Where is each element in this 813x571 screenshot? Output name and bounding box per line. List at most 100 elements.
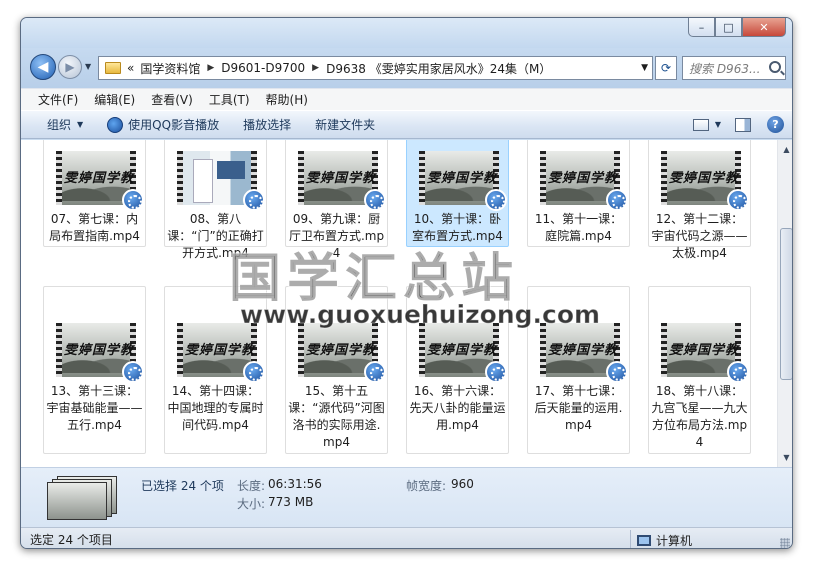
qq-player-icon bbox=[122, 189, 144, 211]
file-tile[interactable]: 雯婷国学教 13、第十三课：宇宙基础能量——五行.mp4 bbox=[43, 286, 146, 454]
selection-thumbnail-stack bbox=[47, 476, 119, 520]
address-bar[interactable]: « 国学资料馆 ▶ D9601-D9700 ▶ D9638 《雯婷实用家居风水》… bbox=[98, 56, 653, 80]
back-button[interactable]: ◀ bbox=[30, 54, 56, 80]
organize-button[interactable]: 组织 ▼ bbox=[21, 116, 95, 133]
file-tile[interactable]: 雯婷国学教 09、第九课：厨厅卫布置方式.mp4 bbox=[285, 140, 388, 260]
qq-player-icon bbox=[364, 361, 386, 383]
search-input[interactable]: 搜索 D963... bbox=[682, 56, 786, 80]
selection-count: 已选择 24 个项 bbox=[141, 479, 224, 493]
organize-label: 组织 bbox=[47, 118, 72, 132]
resize-grip[interactable] bbox=[780, 538, 790, 548]
forward-button[interactable]: ▶ bbox=[58, 55, 82, 79]
computer-icon bbox=[637, 535, 651, 546]
file-tile[interactable]: 雯婷国学教 14、第十四课：中国地理的专属时间代码.mp4 bbox=[164, 286, 267, 454]
menu-help[interactable]: 帮助(H) bbox=[258, 91, 316, 108]
menu-view[interactable]: 查看(V) bbox=[143, 91, 201, 108]
qq-player-icon bbox=[606, 361, 628, 383]
menu-file[interactable]: 文件(F) bbox=[30, 91, 86, 108]
file-tile[interactable]: 雯婷国学教 18、第十八课：九宫飞星——九大方位布局方法.mp4 bbox=[648, 286, 751, 454]
arrow-right-icon: ▶ bbox=[65, 60, 75, 74]
file-tile[interactable]: 雯婷国学教 17、第十七课：后天能量的运用.mp4 bbox=[527, 286, 630, 454]
file-tile[interactable]: 雯婷国学教 15、第十五课：“源代码”河图洛书的实际用途.mp4 bbox=[285, 286, 388, 454]
chevron-down-icon[interactable]: ▼ bbox=[715, 120, 721, 129]
file-tile[interactable]: 雯婷国学教 12、第十二课：宇宙代码之源——太极.mp4 bbox=[648, 140, 751, 260]
breadcrumb-item[interactable]: 国学资料馆 bbox=[140, 60, 200, 77]
address-dropdown-icon[interactable]: ▼ bbox=[641, 63, 648, 73]
file-name: 07、第七课：内局布置指南.mp4 bbox=[49, 212, 140, 243]
chevron-down-icon: ▼ bbox=[77, 120, 84, 129]
help-icon[interactable]: ? bbox=[767, 116, 784, 133]
status-bar: 选定 24 个项目 计算机 bbox=[21, 527, 792, 548]
status-location: 计算机 bbox=[637, 532, 693, 548]
thumbnail-caption: 雯婷国学教 bbox=[669, 171, 740, 186]
playlist-button[interactable]: 播放选择 bbox=[231, 116, 303, 133]
file-name: 15、第十五课：“源代码”河图洛书的实际用途.mp4 bbox=[288, 384, 385, 449]
breadcrumb-item[interactable]: D9601-D9700 bbox=[221, 61, 305, 75]
explorer-window: – □ ✕ ◀ ▶ ▼ « 国学资料馆 ▶ D9601-D9700 ▶ D963… bbox=[20, 17, 793, 549]
menu-bar: 文件(F) 编辑(E) 查看(V) 工具(T) 帮助(H) bbox=[21, 88, 792, 110]
menu-edit[interactable]: 编辑(E) bbox=[86, 91, 143, 108]
qq-player-icon bbox=[364, 189, 386, 211]
size-label: 大小: bbox=[237, 497, 266, 511]
file-tile[interactable]: 雯婷国学教 07、第七课：内局布置指南.mp4 bbox=[43, 140, 146, 247]
new-folder-label: 新建文件夹 bbox=[315, 118, 376, 132]
title-bar: – □ ✕ bbox=[21, 18, 792, 48]
new-folder-button[interactable]: 新建文件夹 bbox=[303, 116, 387, 133]
file-tile[interactable]: 08、第八课：“门”的正确打开方式.mp4 bbox=[164, 140, 267, 260]
breadcrumb-separator-icon[interactable]: ▶ bbox=[312, 63, 319, 73]
thumbnail bbox=[47, 482, 107, 520]
toolbar-right: ▼ ? bbox=[692, 116, 784, 133]
view-options-icon[interactable] bbox=[692, 118, 709, 131]
status-location-label: 计算机 bbox=[656, 534, 693, 548]
address-row: ◀ ▶ ▼ « 国学资料馆 ▶ D9601-D9700 ▶ D9638 《雯婷实… bbox=[21, 48, 792, 88]
thumbnail-caption: 雯婷国学教 bbox=[548, 343, 619, 358]
thumbnail-caption: 雯婷国学教 bbox=[427, 171, 498, 186]
file-name: 14、第十四课：中国地理的专属时间代码.mp4 bbox=[167, 384, 264, 432]
breadcrumb-item[interactable]: D9638 《雯婷实用家居风水》24集（M） bbox=[326, 60, 551, 77]
search-placeholder: 搜索 D963... bbox=[689, 61, 761, 76]
search-icon[interactable] bbox=[769, 61, 781, 73]
thumbnail-caption: 雯婷国学教 bbox=[64, 171, 135, 186]
status-selection: 选定 24 个项目 bbox=[30, 532, 113, 547]
refresh-button[interactable]: ⟳ bbox=[655, 56, 677, 80]
breadcrumb-overflow[interactable]: « bbox=[127, 61, 134, 75]
file-name: 12、第十二课：宇宙代码之源——太极.mp4 bbox=[651, 212, 748, 260]
qq-play-button[interactable]: 使用QQ影音播放 bbox=[95, 116, 231, 133]
recent-pages-dropdown[interactable]: ▼ bbox=[85, 62, 91, 71]
qq-player-icon bbox=[485, 361, 507, 383]
file-name: 09、第九课：厨厅卫布置方式.mp4 bbox=[288, 212, 385, 260]
file-name: 08、第八课：“门”的正确打开方式.mp4 bbox=[167, 212, 264, 260]
scroll-up-icon[interactable]: ▲ bbox=[780, 142, 792, 157]
maximize-button[interactable]: □ bbox=[715, 18, 742, 37]
thumbnail-caption: 雯婷国学教 bbox=[306, 171, 377, 186]
breadcrumb-separator-icon[interactable]: ▶ bbox=[207, 63, 214, 73]
scroll-down-icon[interactable]: ▼ bbox=[780, 450, 792, 465]
file-name: 18、第十八课：九宫飞星——九大方位布局方法.mp4 bbox=[651, 384, 748, 449]
arrow-left-icon: ◀ bbox=[37, 59, 49, 75]
close-button[interactable]: ✕ bbox=[742, 18, 786, 37]
caption-buttons: – □ ✕ bbox=[688, 18, 786, 37]
frame-width-label: 帧宽度: bbox=[406, 479, 447, 493]
file-tile[interactable]: 雯婷国学教 11、第十一课：庭院篇.mp4 bbox=[527, 140, 630, 247]
details-pane: 已选择 24 个项 长度: 06:31:56 大小: 773 MB 帧宽度: 9… bbox=[21, 467, 792, 527]
qq-player-icon bbox=[243, 361, 265, 383]
file-list: 雯婷国学教 07、第七课：内局布置指南.mp4 08、第八课：“门”的正确打开方式.… bbox=[21, 140, 777, 467]
qq-player-icon bbox=[122, 361, 144, 383]
refresh-icon: ⟳ bbox=[660, 61, 672, 75]
scrollbar-thumb[interactable] bbox=[780, 228, 792, 380]
vertical-scrollbar[interactable]: ▲ ▼ bbox=[777, 140, 792, 467]
playlist-label: 播放选择 bbox=[243, 118, 292, 132]
file-tile[interactable]: 雯婷国学教 10、第十课：卧室布置方式.mp4 bbox=[406, 140, 509, 247]
command-bar: 组织 ▼ 使用QQ影音播放 播放选择 新建文件夹 ▼ ? bbox=[21, 110, 792, 139]
frame-width-value: 960 bbox=[451, 477, 474, 491]
file-tile[interactable]: 雯婷国学教 16、第十六课：先天八卦的能量运用.mp4 bbox=[406, 286, 509, 454]
size-value: 773 MB bbox=[268, 495, 314, 509]
length-label: 长度: bbox=[237, 479, 266, 493]
qq-play-label: 使用QQ影音播放 bbox=[128, 118, 220, 132]
file-name: 17、第十七课：后天能量的运用.mp4 bbox=[534, 384, 623, 432]
minimize-button[interactable]: – bbox=[688, 18, 715, 37]
preview-pane-icon[interactable] bbox=[735, 117, 751, 132]
menu-tools[interactable]: 工具(T) bbox=[201, 91, 258, 108]
thumbnail-caption: 雯婷国学教 bbox=[427, 343, 498, 358]
thumbnail-caption: 雯婷国学教 bbox=[306, 343, 377, 358]
